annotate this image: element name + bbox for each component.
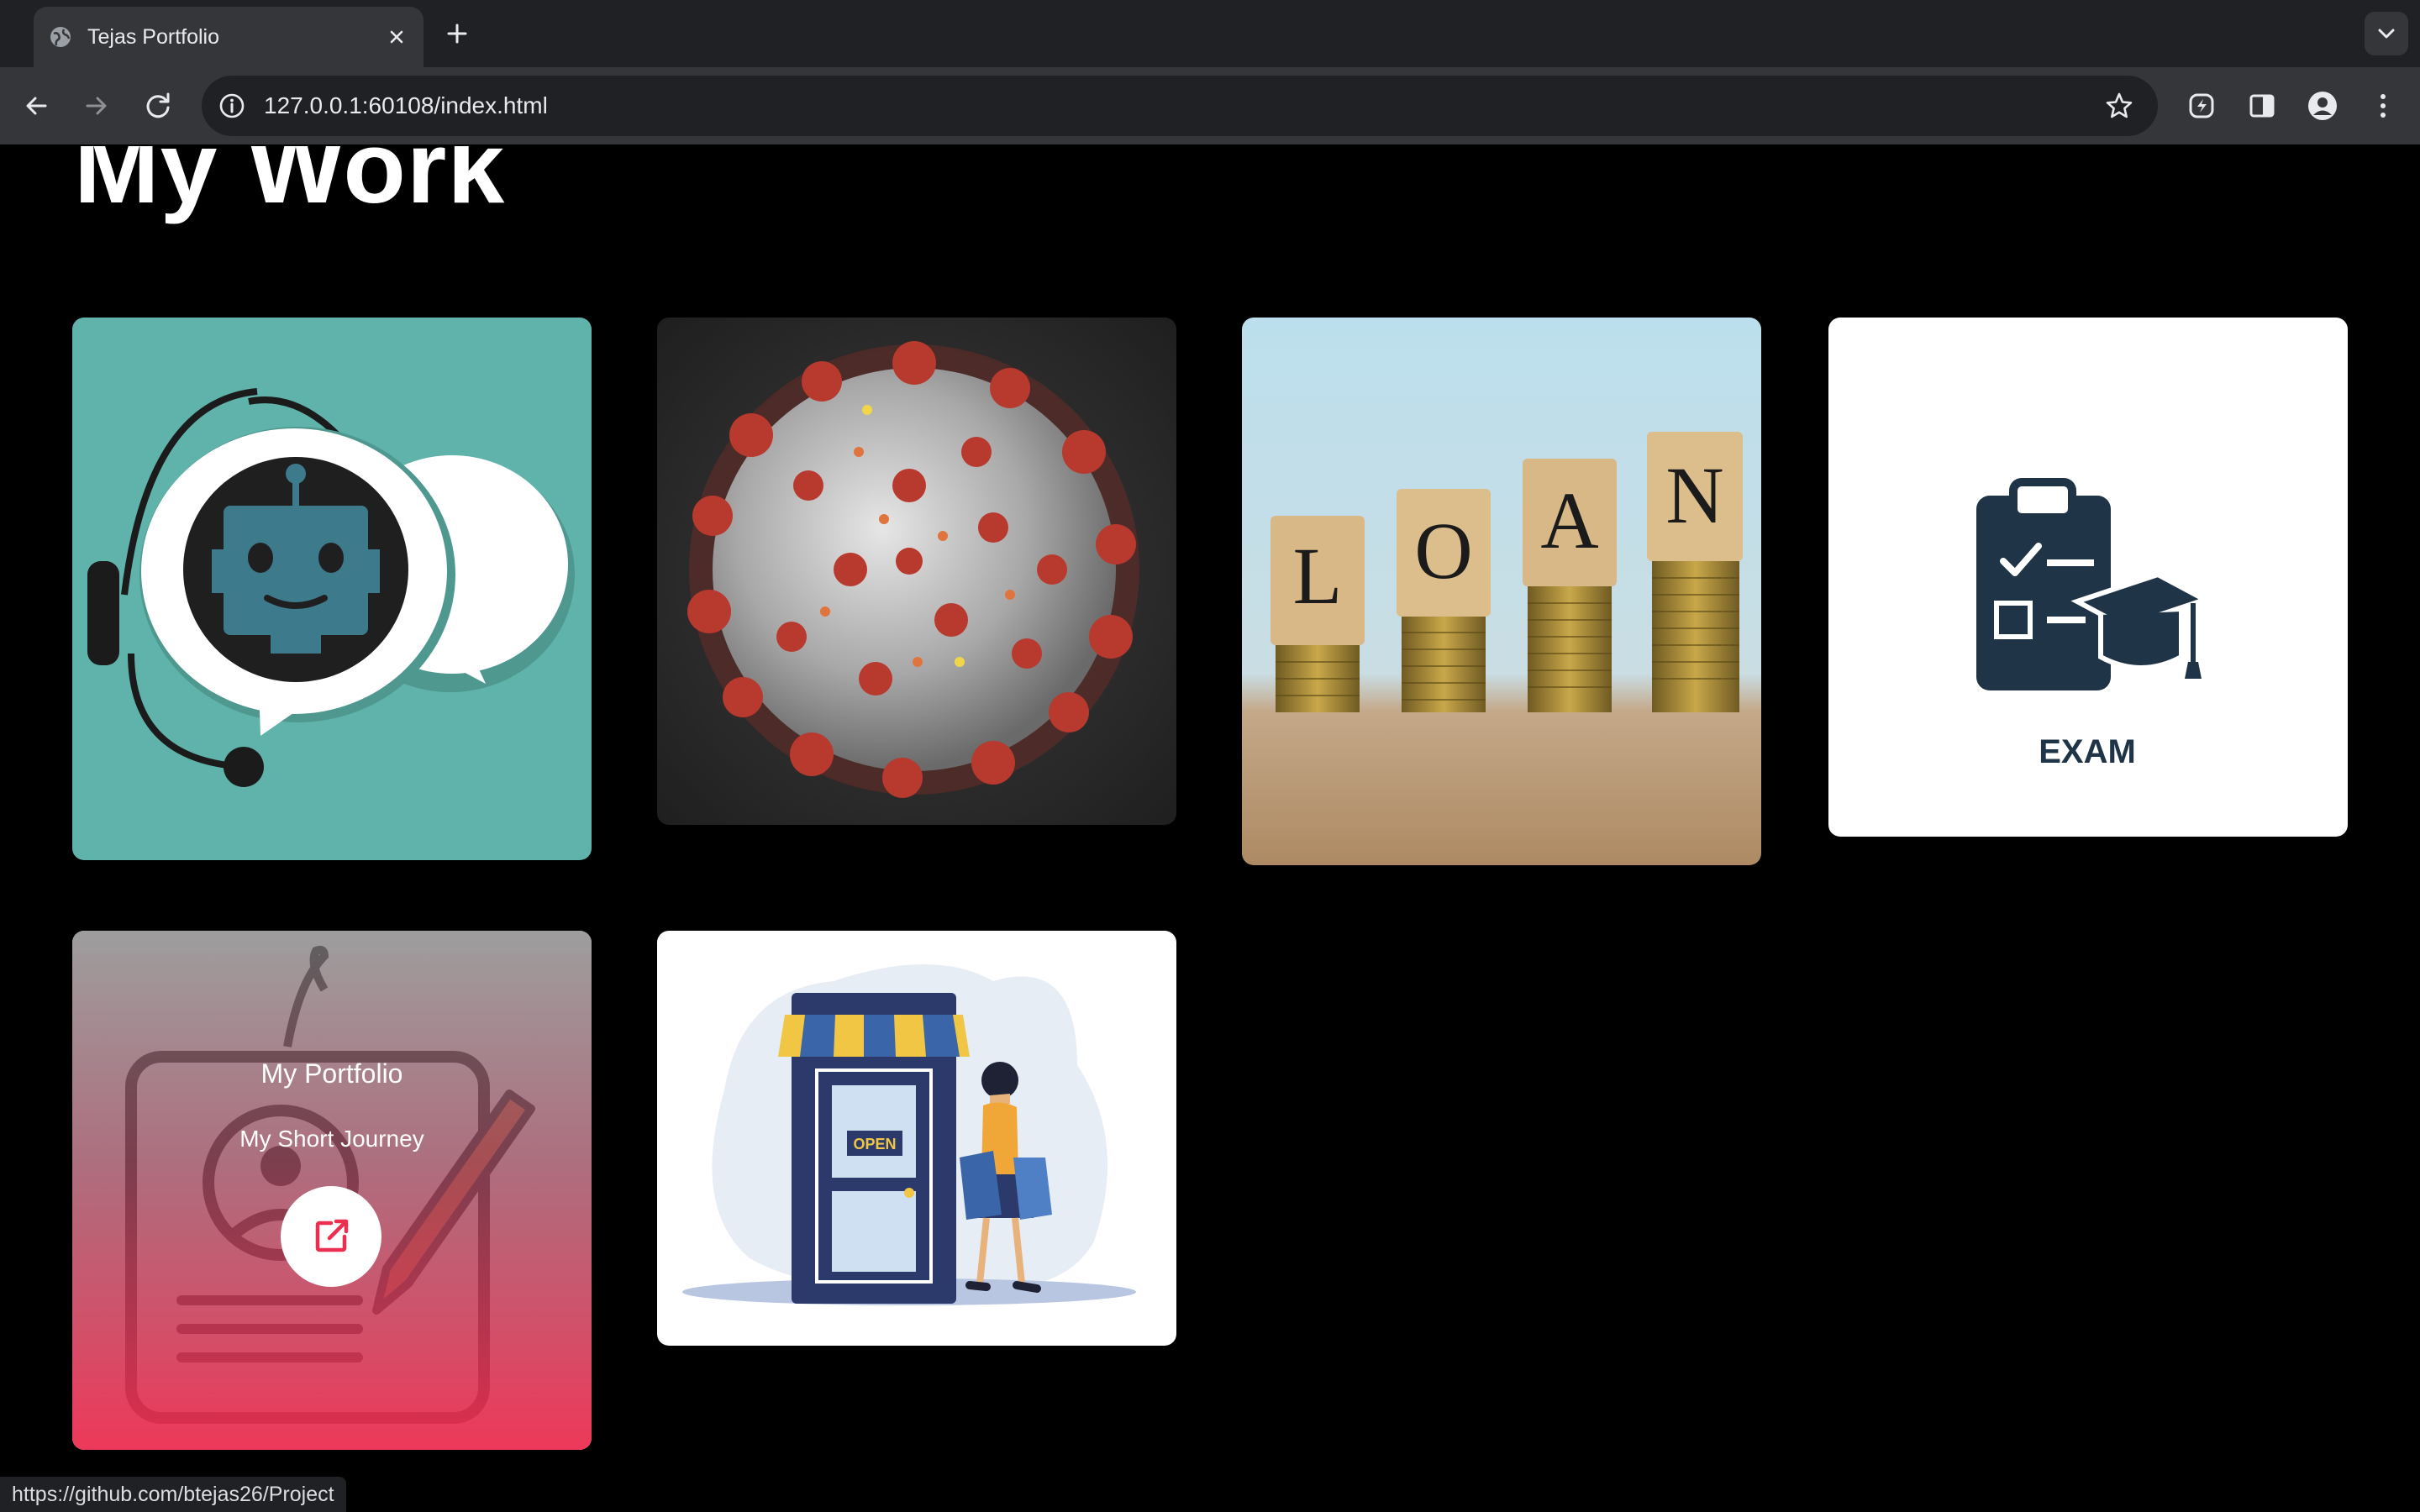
coronavirus-image: [657, 318, 1176, 825]
exam-image: EXAM: [1976, 478, 2212, 770]
star-icon[interactable]: [2104, 91, 2134, 121]
browser-toolbar: 127.0.0.1:60108/index.html: [0, 67, 2420, 144]
browser-tab[interactable]: Tejas Portfolio: [34, 7, 424, 67]
portfolio-subtitle: My Short Journey: [239, 1126, 424, 1152]
project-card-coronavirus[interactable]: [657, 318, 1176, 825]
loan-image: L O A N: [1242, 318, 1761, 865]
project-card-chatbot[interactable]: [72, 318, 592, 860]
section-title: My Work: [74, 146, 506, 224]
status-bar-url: https://github.com/btejas26/Project: [0, 1477, 346, 1512]
external-link-icon: [315, 1219, 349, 1252]
reload-icon[interactable]: [138, 86, 178, 126]
tab-strip: Tejas Portfolio: [0, 0, 2420, 67]
exam-caption: EXAM: [2039, 733, 2136, 770]
loan-letter-n: N: [1665, 450, 1723, 540]
project-card-shopping[interactable]: OPEN: [657, 931, 1176, 1346]
loan-letter-o: O: [1414, 506, 1472, 596]
portfolio-title: My Portfolio: [260, 1058, 403, 1089]
open-project-button[interactable]: [281, 1186, 381, 1287]
more-icon[interactable]: [2363, 86, 2403, 126]
globe-icon: [50, 27, 71, 47]
open-sign-text: OPEN: [853, 1136, 896, 1152]
project-card-exam[interactable]: EXAM: [1828, 318, 2348, 837]
chevron-down-icon: [2378, 29, 2395, 39]
loan-letter-l: L: [1293, 531, 1343, 621]
url-text[interactable]: 127.0.0.1:60108/index.html: [264, 76, 548, 136]
plus-icon[interactable]: [440, 17, 474, 50]
side-panel-icon[interactable]: [2242, 86, 2282, 126]
tab-title: Tejas Portfolio: [87, 25, 220, 49]
extension-icon[interactable]: [2181, 86, 2222, 126]
close-icon[interactable]: [383, 24, 410, 50]
profile-icon[interactable]: [2302, 86, 2343, 126]
address-bar[interactable]: 127.0.0.1:60108/index.html: [202, 76, 2158, 136]
info-icon[interactable]: [217, 91, 247, 121]
tab-search-button[interactable]: [2365, 12, 2408, 55]
back-icon[interactable]: [17, 86, 57, 126]
page-content: My Work L O A N EXAM My Portfolio My Sho…: [0, 146, 2420, 1512]
chatbot-image: [72, 318, 592, 860]
project-card-portfolio[interactable]: My Portfolio My Short Journey: [72, 931, 592, 1450]
loan-letter-a: A: [1540, 475, 1598, 565]
shopping-image: OPEN: [682, 964, 1136, 1305]
forward-icon[interactable]: [76, 86, 116, 126]
project-card-loan[interactable]: L O A N: [1242, 318, 1761, 865]
